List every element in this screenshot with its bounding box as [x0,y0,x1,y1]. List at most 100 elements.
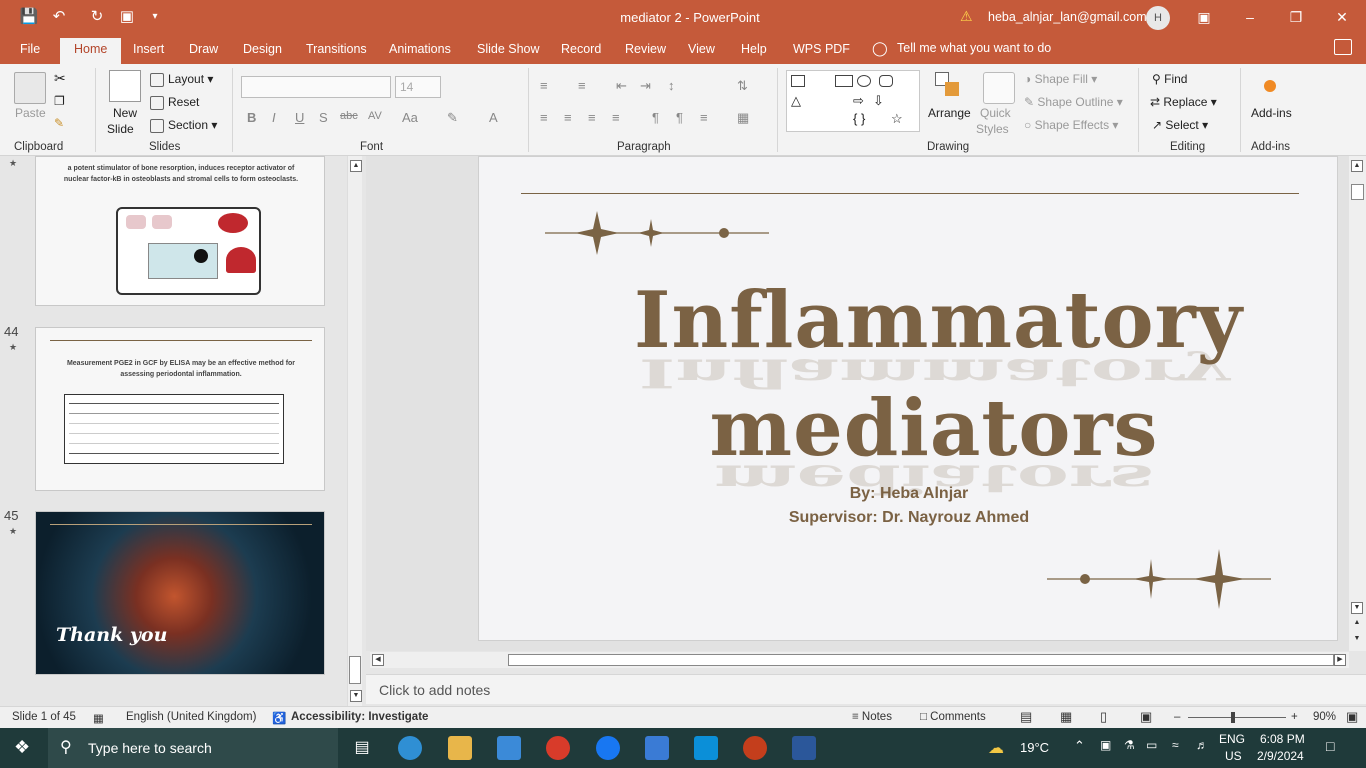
reading-view-icon[interactable]: ▯ [1100,709,1107,725]
numbering-icon[interactable]: ≡ [578,78,586,93]
underline-icon[interactable]: U [295,110,304,125]
scroll-down-icon[interactable]: ▼ [350,690,362,702]
arrange-icon[interactable] [933,72,965,104]
tab-animations[interactable]: Animations [389,42,451,56]
telegram-icon[interactable] [694,736,718,760]
language-code[interactable]: ENG [1219,732,1245,746]
scrollbar-thumb[interactable] [508,654,1334,666]
change-case-icon[interactable]: Aa [402,110,418,125]
arrange-button[interactable]: Arrange [928,106,971,120]
quick-styles-icon[interactable] [983,72,1015,104]
star-shape-icon[interactable]: ☆ [891,111,903,127]
tab-record[interactable]: Record [561,42,601,56]
select-button[interactable]: ↗ Select ▾ [1152,118,1208,132]
file-explorer-icon[interactable] [448,736,472,760]
copy-icon[interactable]: ❐ [54,94,65,108]
bold-icon[interactable]: B [247,110,256,125]
tab-home[interactable]: Home [60,38,122,64]
font-color-icon[interactable]: A [489,110,498,125]
warning-icon[interactable]: ⚠ [960,8,973,25]
quick-styles-label-2[interactable]: Styles [976,122,1009,136]
powerpoint-icon[interactable] [743,736,767,760]
new-slide-label-1[interactable]: New [113,106,137,120]
scrollbar-thumb[interactable] [1351,184,1364,200]
text-direction-icon[interactable]: ⇅ [737,78,748,94]
facebook-icon[interactable] [596,736,620,760]
slide-vertical-scrollbar[interactable]: ▲ ▼ ▲ ▼ [1349,156,1366,651]
slide-sorter-icon[interactable]: ▦ [1060,709,1072,725]
slide-show-icon[interactable]: ▣ [1140,709,1152,725]
shadow-icon[interactable]: S [319,110,328,125]
cut-icon[interactable]: ✂ [54,70,66,87]
edge-icon[interactable] [398,736,422,760]
scroll-up-icon[interactable]: ▲ [1351,160,1363,172]
undo-icon[interactable]: ↶ [48,6,70,28]
ltr-icon[interactable]: ¶ [652,110,659,125]
notifications-icon[interactable]: □ [1326,738,1334,754]
find-button[interactable]: ⚲ Find [1152,72,1187,86]
char-spacing-icon[interactable]: AV [368,110,382,122]
comments-icon[interactable] [1334,39,1352,55]
increase-indent-icon[interactable]: ⇥ [640,78,651,94]
volume-icon[interactable]: ♬ [1196,738,1208,752]
accessibility-icon[interactable]: ♿ [272,711,286,725]
align-center-icon[interactable]: ≡ [564,110,572,125]
previous-slide-icon[interactable]: ▲ [1351,618,1363,630]
shape-effects-button[interactable]: ○ Shape Effects ▾ [1024,118,1118,132]
tab-transitions[interactable]: Transitions [306,42,367,56]
redo-icon[interactable]: ↻ [86,6,108,28]
paste-button[interactable]: Paste [15,106,46,120]
clock-time[interactable]: 6:08 PM [1260,732,1305,746]
notes-placeholder[interactable]: Click to add notes [379,682,490,698]
italic-icon[interactable]: I [272,110,276,125]
tab-wps-pdf[interactable]: WPS PDF [793,42,850,56]
minimize-icon[interactable]: – [1240,6,1260,28]
zoom-level[interactable]: 90% [1313,711,1336,723]
shape-outline-button[interactable]: ✎ Shape Outline ▾ [1024,95,1123,109]
network-icon[interactable]: ▣ [1100,738,1111,752]
smartart-icon[interactable]: ▦ [737,110,749,126]
format-painter-icon[interactable]: ✎ [54,116,64,130]
accessibility-status[interactable]: Accessibility: Investigate [291,711,428,723]
new-slide-icon[interactable] [109,70,141,102]
taskbar-search[interactable]: ⚲ Type here to search [48,728,338,768]
tab-design[interactable]: Design [243,42,282,56]
ribbon-display-icon[interactable]: ▣ [1194,6,1214,28]
clock-date[interactable]: 2/9/2024 [1257,749,1304,763]
tab-help[interactable]: Help [741,42,767,56]
thumbnail-scrollbar[interactable]: ▲ ▼ [347,156,362,706]
columns-icon[interactable]: ≡ [700,110,708,125]
tab-file[interactable]: File [20,42,40,56]
comments-toggle[interactable]: □ Comments [920,711,986,723]
align-left-icon[interactable]: ≡ [540,110,548,125]
word-icon[interactable] [792,736,816,760]
tell-me-search[interactable]: Tell me what you want to do [897,41,1051,55]
tab-view[interactable]: View [688,42,715,56]
reset-button[interactable]: Reset [150,95,199,110]
tab-review[interactable]: Review [625,42,666,56]
avatar[interactable]: H [1146,6,1170,30]
shapes-gallery[interactable]: △ ⇨ ⇩ { } ☆ [786,70,920,132]
layout-button[interactable]: Layout ▾ [150,72,213,87]
present-icon[interactable]: ▣ [116,6,138,28]
section-button[interactable]: Section ▾ [150,118,217,133]
justify-icon[interactable]: ≡ [612,110,620,125]
paste-icon[interactable] [14,72,46,104]
strikethrough-icon[interactable]: abc [340,110,358,122]
slide-horizontal-scrollbar[interactable]: ◀ ▶ [370,652,1349,668]
wifi-icon[interactable]: ≈ [1172,738,1179,752]
font-size-box[interactable]: 14 [395,76,441,98]
customize-qat-icon[interactable]: ▾ [144,6,166,28]
shape-fill-button[interactable]: ◑ Shape Fill ▾ [1024,72,1097,86]
textbox-shape-icon[interactable] [791,75,805,87]
zoom-slider-thumb[interactable] [1231,712,1235,723]
tab-slide-show[interactable]: Slide Show [477,42,540,56]
rectangle-shape-icon[interactable] [835,75,853,87]
fit-to-window-icon[interactable]: ▣ [1346,709,1358,725]
quick-styles-label-1[interactable]: Quick [980,106,1011,120]
zoom-slider[interactable] [1188,717,1286,718]
bullets-icon[interactable]: ≡ [540,78,548,93]
scroll-left-icon[interactable]: ◀ [372,654,384,666]
supervisor-text[interactable]: Supervisor: Dr. Nayrouz Ahmed [729,509,1089,527]
restore-icon[interactable]: ❐ [1286,6,1306,28]
